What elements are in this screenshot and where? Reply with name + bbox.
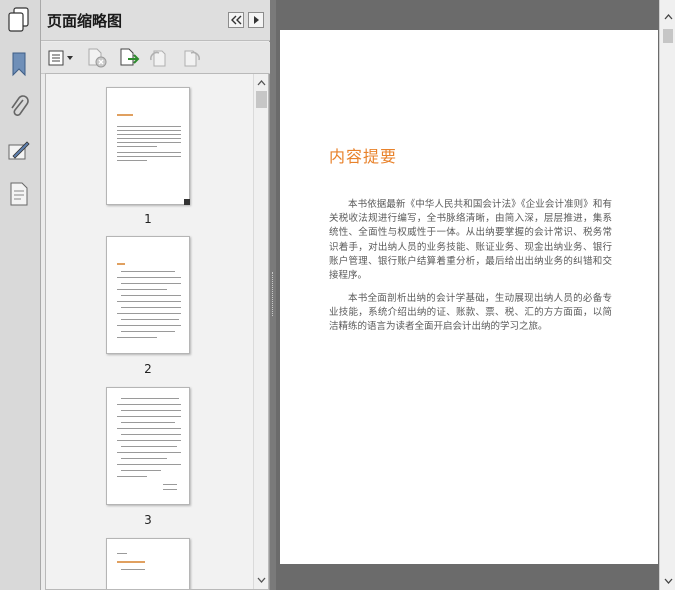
page-paragraph-2: 本书全面剖析出纳的会计学基础，生动展现出纳人员的必备专业技能，系统介绍出纳的证、… [329, 293, 612, 333]
page-thumbnails-panel: 页面缩略图 1 2 3 [41, 0, 270, 590]
thumbnail-scrollbar[interactable] [253, 74, 268, 589]
scroll-down-arrow-icon[interactable] [660, 574, 675, 588]
thumbnail-page-4[interactable] [106, 538, 190, 589]
scroll-up-arrow-icon[interactable] [660, 10, 675, 24]
delete-pages-icon [88, 48, 107, 68]
play-right-icon [254, 16, 259, 24]
rotate-cw-button[interactable] [179, 47, 203, 69]
delete-pages-button[interactable] [85, 47, 109, 69]
document-page: 内容提要 本书依据最新《中华人民共和国会计法》《企业会计准则》和有关税收法规进行… [280, 30, 658, 564]
thumbnail-list: 1 2 3 [45, 73, 269, 590]
thumbnail-label-1: 1 [144, 212, 152, 226]
thumbnail-label-3: 3 [144, 513, 152, 527]
rotate-ccw-button[interactable] [147, 47, 171, 69]
page-title: 内容提要 [329, 147, 398, 166]
insert-pages-button[interactable] [117, 47, 141, 69]
thumbnail-toolbar [41, 42, 270, 74]
rotate-ccw-icon [150, 50, 166, 67]
signature-icon[interactable] [5, 137, 33, 165]
collapse-panel-button[interactable] [228, 12, 244, 28]
panel-header: 页面缩略图 [41, 0, 270, 41]
navigation-rail [0, 0, 41, 590]
thumbnail-page-3[interactable] [106, 387, 190, 505]
pages-icon[interactable] [5, 6, 33, 34]
thumbnail-options-icon [48, 50, 73, 66]
document-scroll-thumb[interactable] [663, 29, 673, 43]
pdf-reader-window: 页面缩略图 1 2 3 内容提要 本书依据最新《中华人民共和国会计法》《企业会计… [0, 0, 675, 590]
insert-pages-icon [120, 48, 140, 66]
rotate-cw-icon [184, 50, 200, 67]
attachment-icon[interactable] [5, 93, 33, 121]
document-view: 内容提要 本书依据最新《中华人民共和国会计法》《企业会计准则》和有关税收法规进行… [276, 0, 659, 590]
expand-panel-button[interactable] [248, 12, 264, 28]
double-chevron-left-icon [231, 15, 242, 25]
document-scrollbar[interactable] [659, 0, 675, 590]
layers-icon[interactable] [5, 180, 33, 208]
thumbnail-options-button[interactable] [46, 47, 76, 69]
bookmark-icon[interactable] [5, 50, 33, 78]
thumbnail-scroll-thumb[interactable] [256, 91, 267, 108]
thumbnail-label-2: 2 [144, 362, 152, 376]
panel-title: 页面缩略图 [47, 12, 123, 30]
thumbnail-page-2[interactable] [106, 236, 190, 354]
thumbnail-page-1[interactable] [106, 87, 190, 205]
scroll-down-arrow-icon[interactable] [254, 573, 268, 587]
scroll-up-arrow-icon[interactable] [254, 76, 268, 90]
page-paragraph-1: 本书依据最新《中华人民共和国会计法》《企业会计准则》和有关税收法规进行编写，全书… [329, 199, 612, 282]
